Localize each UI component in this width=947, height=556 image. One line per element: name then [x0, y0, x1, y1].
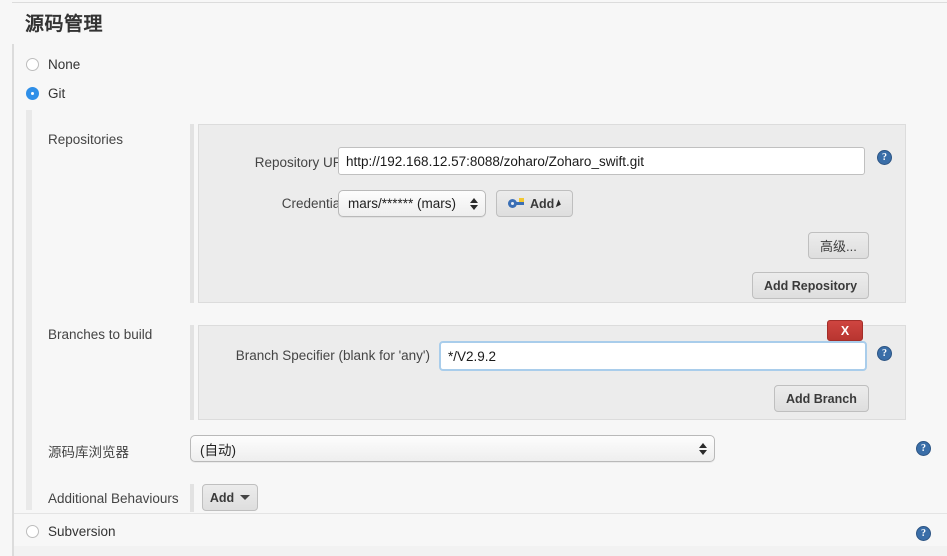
branch-specifier-label: Branch Specifier (blank for 'any') — [235, 348, 430, 363]
add-branch-button[interactable]: Add Branch — [774, 385, 869, 412]
scm-option-git[interactable]: Git — [26, 86, 65, 101]
help-icon-repository-browser[interactable]: ? — [916, 441, 931, 456]
chevron-updown-icon — [468, 195, 479, 212]
repositories-panel-rail — [190, 124, 194, 303]
branch-specifier-input[interactable] — [439, 341, 867, 371]
git-section-indent-bar — [26, 110, 32, 510]
repository-browser-select[interactable]: (自动) — [190, 435, 715, 462]
repository-url-input[interactable] — [338, 147, 865, 175]
page-title: 源码管理 — [25, 14, 104, 35]
add-behaviour-label: Add — [209, 490, 235, 505]
repository-url-label: Repository URL — [254, 155, 350, 170]
repository-advanced-button[interactable]: 高级... — [808, 232, 869, 259]
add-credentials-label: Add — [530, 196, 555, 211]
radio-subversion[interactable] — [26, 525, 39, 538]
credentials-select[interactable]: mars/****** (mars) — [338, 190, 486, 217]
top-divider — [12, 2, 947, 3]
radio-git[interactable] — [26, 87, 39, 100]
scm-option-git-label: Git — [48, 86, 66, 101]
scm-option-none-label: None — [48, 57, 81, 72]
add-credentials-button[interactable]: Add — [496, 190, 574, 217]
scm-configuration-page: 源码管理 None Git Repositories Repository UR… — [0, 0, 947, 556]
additional-behaviours-row-label: Additional Behaviours — [48, 491, 179, 506]
radio-none[interactable] — [26, 58, 39, 71]
add-behaviour-button[interactable]: Add — [202, 484, 258, 511]
additional-behaviours-rail — [190, 484, 194, 512]
repository-browser-row-label: 源码库浏览器 — [48, 445, 129, 460]
credentials-selected-value: mars/****** (mars) — [348, 196, 457, 211]
section-left-rail — [12, 44, 14, 556]
repository-browser-selected-value: (自动) — [200, 442, 236, 458]
key-icon — [508, 198, 524, 209]
branches-row-label: Branches to build — [48, 327, 153, 342]
repositories-row-label: Repositories — [48, 132, 124, 147]
scm-option-subversion-label: Subversion — [48, 524, 116, 539]
cursor-arrow-icon — [556, 199, 563, 208]
help-icon-branch-specifier[interactable]: ? — [877, 346, 892, 361]
bottom-band — [14, 546, 947, 556]
help-icon-repository-url[interactable]: ? — [877, 150, 892, 165]
chevron-down-icon — [240, 495, 251, 500]
scm-option-none[interactable]: None — [26, 57, 80, 72]
credentials-label: Credentials — [281, 196, 350, 211]
delete-branch-button[interactable]: X — [827, 320, 863, 341]
add-repository-button[interactable]: Add Repository — [752, 272, 870, 299]
help-icon-subversion[interactable]: ? — [916, 526, 931, 541]
chevron-updown-icon-browser — [697, 440, 708, 457]
branches-panel-rail — [190, 325, 194, 420]
scm-option-subversion[interactable]: Subversion — [26, 524, 116, 539]
subversion-divider — [14, 513, 947, 514]
